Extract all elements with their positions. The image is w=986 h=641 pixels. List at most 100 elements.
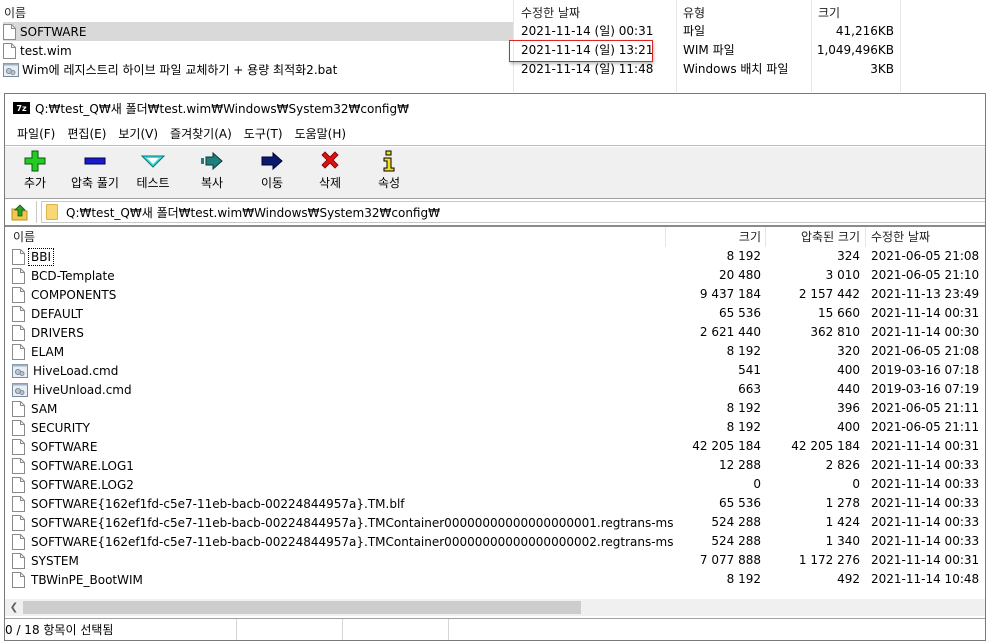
column-header-packed-size[interactable]: 압축된 크기 (801, 227, 860, 247)
column-header-size[interactable]: 크기 (739, 227, 761, 247)
archive-file-row[interactable]: BCD-Template 20 480 3 010 2021-06-05 21:10 (5, 266, 986, 285)
file-icon (12, 495, 25, 512)
column-separator[interactable] (765, 227, 766, 247)
column-separator[interactable] (665, 227, 666, 247)
file-packed-size: 320 (837, 344, 860, 358)
explorer-file-row[interactable]: test.wim 2021-11-14 (일) 13:21 WIM 파일 1,049,… (3, 41, 983, 60)
horizontal-scrollbar[interactable]: ❮ (5, 599, 986, 616)
file-name-cell: SOFTWARE (3, 22, 513, 41)
archive-file-row[interactable]: COMPONENTS 9 437 184 2 157 442 2021-11-13 2… (5, 285, 986, 304)
column-header-name[interactable]: 이름 (4, 4, 26, 21)
column-header-modified[interactable]: 수정한 날짜 (521, 4, 580, 21)
archive-file-row[interactable]: BBI 8 192 324 2021-06-05 21:08 (5, 247, 986, 266)
screen: ^ 이름 수정한 날짜 유형 크기 SOFTWARE 2021-11-14 (일)… (0, 0, 986, 641)
archive-file-row[interactable]: SOFTWARE.LOG2 0 0 2021-11-14 00:33 (5, 475, 986, 494)
file-size: 12 288 (719, 458, 761, 472)
column-header-size[interactable]: 크기 (818, 4, 840, 21)
archive-file-row[interactable]: DRIVERS 2 621 440 362 810 2021-11-14 00:30 (5, 323, 986, 342)
file-modified: 2021-11-14 10:48 (871, 572, 980, 586)
column-header-modified[interactable]: 수정한 날짜 (871, 227, 930, 247)
file-icon (12, 438, 25, 455)
explorer-file-row[interactable]: Wim에 레지스트리 하이브 파일 교체하기 + 용량 최적화2.bat 2021… (3, 60, 983, 79)
file-packed-size: 2 157 442 (798, 287, 860, 301)
file-icon (12, 343, 25, 360)
menu-view[interactable]: 보기(V) (112, 123, 164, 144)
archive-file-row[interactable]: HiveLoad.cmd 541 400 2019-03-16 07:18 (5, 361, 986, 380)
file-modified: 2021-11-14 (일) 11:48 (521, 62, 654, 76)
file-name: BBI (27, 247, 55, 266)
file-size: 524 288 (711, 515, 761, 529)
move-button[interactable]: 이동 (255, 150, 289, 194)
extract-button[interactable]: 압축 풀기 (65, 150, 125, 194)
folder-up-button[interactable] (8, 200, 32, 224)
file-packed-size: 1 340 (825, 534, 860, 548)
file-size: 65 536 (719, 306, 761, 320)
file-name-cell: SOFTWARE.LOG2 (12, 475, 136, 494)
archive-file-row[interactable]: HiveUnload.cmd 663 440 2019-03-16 07:19 (5, 380, 986, 399)
check-chevron-icon (141, 150, 165, 172)
archive-file-row[interactable]: DEFAULT 65 536 15 660 2021-11-14 00:31 (5, 304, 986, 323)
archive-file-row[interactable]: SOFTWARE 42 205 184 42 205 184 2021-11-14 0… (5, 437, 986, 456)
window-title: Q:₩test_Q₩새 폴더₩test.wim₩Windows₩System32… (35, 101, 409, 116)
archive-file-row[interactable]: ELAM 8 192 320 2021-06-05 21:08 (5, 342, 986, 361)
file-packed-size: 440 (837, 382, 860, 396)
address-text: Q:₩test_Q₩새 폴더₩test.wim₩Windows₩System32… (66, 205, 440, 220)
move-arrow-icon (260, 150, 284, 172)
file-name: COMPONENTS (31, 287, 117, 302)
file-type: 파일 (683, 24, 706, 38)
file-icon (12, 305, 25, 322)
sevenzip-logo-icon: 7z (13, 102, 30, 114)
scrollbar-thumb[interactable] (23, 601, 581, 614)
file-size: 7 077 888 (699, 553, 761, 567)
menu-file[interactable]: 파일(F) (11, 123, 61, 144)
column-header-name[interactable]: 이름 (13, 227, 35, 247)
archive-file-row[interactable]: SAM 8 192 396 2021-06-05 21:11 (5, 399, 986, 418)
file-modified: 2021-06-05 21:08 (871, 344, 980, 358)
column-header-type[interactable]: 유형 (683, 4, 705, 21)
file-packed-size: 1 424 (825, 515, 860, 529)
file-size: 663 (738, 382, 761, 396)
archive-file-row[interactable]: SECURITY 8 192 400 2021-06-05 21:11 (5, 418, 986, 437)
status-segment (343, 619, 449, 641)
file-name-cell: SYSTEM (12, 551, 81, 570)
explorer-file-row[interactable]: SOFTWARE 2021-11-14 (일) 00:31 파일 41,216KB (3, 22, 983, 41)
file-size: 8 192 (726, 401, 761, 415)
menu-help[interactable]: 도움말(H) (289, 123, 353, 144)
file-name: TBWinPE_BootWIM (31, 572, 143, 587)
file-size: 41,216KB (835, 24, 894, 38)
address-input[interactable]: Q:₩test_Q₩새 폴더₩test.wim₩Windows₩System32… (41, 201, 986, 223)
copy-button[interactable]: 복사 (195, 150, 229, 194)
file-modified: 2021-06-05 21:08 (871, 249, 980, 263)
column-separator[interactable] (865, 227, 866, 247)
add-button[interactable]: 추가 (19, 150, 51, 194)
file-modified: 2021-11-14 00:31 (871, 553, 980, 567)
info-icon (377, 150, 401, 172)
menu-tools[interactable]: 도구(T) (238, 123, 289, 144)
file-modified: 2021-06-05 21:10 (871, 268, 980, 282)
archive-file-row[interactable]: SOFTWARE{162ef1fd-c5e7-11eb-bacb-0022484… (5, 494, 986, 513)
delete-button[interactable]: 삭제 (313, 150, 347, 194)
file-name: HiveLoad.cmd (33, 363, 119, 378)
file-name: SOFTWARE{162ef1fd-c5e7-11eb-bacb-0022484… (31, 496, 405, 511)
list-header: 이름 크기 압축된 크기 수정한 날짜 (5, 227, 986, 247)
archive-file-row[interactable]: SOFTWARE{162ef1fd-c5e7-11eb-bacb-0022484… (5, 532, 986, 551)
archive-file-row[interactable]: SOFTWARE{162ef1fd-c5e7-11eb-bacb-0022484… (5, 513, 986, 532)
properties-button[interactable]: 속성 (372, 150, 406, 194)
file-size: 8 192 (726, 249, 761, 263)
file-name-cell: HiveUnload.cmd (12, 380, 134, 399)
menu-favorites[interactable]: 즐겨찾기(A) (164, 123, 238, 144)
file-name-cell: HiveLoad.cmd (12, 361, 120, 380)
file-size: 541 (738, 363, 761, 377)
file-modified: 2021-11-14 00:33 (871, 458, 980, 472)
archive-file-row[interactable]: SYSTEM 7 077 888 1 172 276 2021-11-14 00:31 (5, 551, 986, 570)
archive-file-row[interactable]: SOFTWARE.LOG1 12 288 2 826 2021-11-14 00:33 (5, 456, 986, 475)
file-icon (12, 533, 25, 550)
file-icon (12, 457, 25, 474)
test-label: 테스트 (136, 176, 170, 190)
scroll-left-icon[interactable]: ❮ (7, 599, 21, 616)
file-type: Windows 배치 파일 (683, 62, 789, 76)
archive-file-row[interactable]: TBWinPE_BootWIM 8 192 492 2021-11-14 10:48 (5, 570, 986, 589)
file-name: SOFTWARE{162ef1fd-c5e7-11eb-bacb-0022484… (31, 534, 674, 549)
menu-edit[interactable]: 편집(E) (61, 123, 112, 144)
test-button[interactable]: 테스트 (133, 150, 173, 194)
